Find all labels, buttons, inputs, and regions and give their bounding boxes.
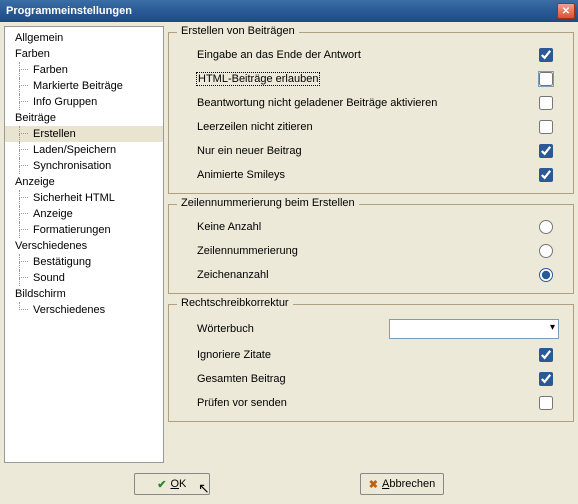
option-label: Leerzeilen nicht zitieren (197, 121, 313, 133)
dictionary-row: Wörterbuch (177, 315, 565, 343)
option-row: Ignoriere Zitate (177, 343, 565, 367)
ok-label: OK (170, 478, 186, 490)
tree-item[interactable]: Farben (5, 62, 163, 78)
option-radio[interactable] (539, 244, 553, 258)
option-checkbox[interactable] (539, 144, 553, 158)
tree-item[interactable]: Sicherheit HTML (5, 190, 163, 206)
group-create-posts: Erstellen von Beiträgen Eingabe an das E… (168, 32, 574, 194)
option-label: Animierte Smileys (197, 169, 285, 181)
tree-item[interactable]: Anzeige (5, 206, 163, 222)
option-label: Zeichenanzahl (197, 269, 269, 281)
option-checkbox[interactable] (539, 372, 553, 386)
option-row: Prüfen vor senden (177, 391, 565, 415)
tree-item[interactable]: Markierte Beiträge (5, 78, 163, 94)
cancel-icon: ✖ (369, 478, 378, 491)
option-checkbox[interactable] (539, 168, 553, 182)
option-label: Eingabe an das Ende der Antwort (197, 49, 361, 61)
option-label: Beantwortung nicht geladener Beiträge ak… (197, 97, 437, 109)
option-row: Gesamten Beitrag (177, 367, 565, 391)
tree-item[interactable]: Info Gruppen (5, 94, 163, 110)
tree-item[interactable]: Allgemein (5, 30, 163, 46)
option-row: Zeichenanzahl (177, 263, 565, 287)
tree-item[interactable]: Anzeige (5, 174, 163, 190)
tree-item[interactable]: Formatierungen (5, 222, 163, 238)
group-line-numbering: Zeilennummerierung beim Erstellen Keine … (168, 204, 574, 294)
option-label: Ignoriere Zitate (197, 349, 271, 361)
ok-button[interactable]: ✔ OK (134, 473, 210, 495)
option-row: Eingabe an das Ende der Antwort (177, 43, 565, 67)
option-row: Beantwortung nicht geladener Beiträge ak… (177, 91, 565, 115)
tree-item[interactable]: Bestätigung (5, 254, 163, 270)
button-bar: ✔ OK ✖ Abbrechen (0, 467, 578, 501)
dictionary-label: Wörterbuch (197, 323, 254, 335)
tree-item[interactable]: Verschiedenes (5, 302, 163, 318)
option-row: Leerzeilen nicht zitieren (177, 115, 565, 139)
option-label: Gesamten Beitrag (197, 373, 286, 385)
tree-item[interactable]: Laden/Speichern (5, 142, 163, 158)
option-row: Nur ein neuer Beitrag (177, 139, 565, 163)
option-checkbox[interactable] (539, 348, 553, 362)
window-title: Programmeinstellungen (6, 5, 132, 17)
dictionary-combo[interactable] (389, 319, 559, 339)
close-button[interactable]: ✕ (557, 3, 575, 19)
option-checkbox[interactable] (539, 48, 553, 62)
option-checkbox[interactable] (539, 120, 553, 134)
option-label: Keine Anzahl (197, 221, 261, 233)
tree-item[interactable]: Synchronisation (5, 158, 163, 174)
option-row: Zeilennummerierung (177, 239, 565, 263)
close-icon: ✕ (562, 6, 570, 17)
cancel-label: Abbrechen (382, 478, 435, 490)
tree-item[interactable]: Farben (5, 46, 163, 62)
tree-item[interactable]: Beiträge (5, 110, 163, 126)
tree-item[interactable]: Verschiedenes (5, 238, 163, 254)
tree-item[interactable]: Bildschirm (5, 286, 163, 302)
check-icon: ✔ (157, 478, 166, 491)
option-row: Animierte Smileys (177, 163, 565, 187)
option-label: HTML-Beiträge erlauben (197, 73, 319, 85)
cancel-button[interactable]: ✖ Abbrechen (360, 473, 444, 495)
option-radio[interactable] (539, 220, 553, 234)
group-spellcheck: Rechtschreibkorrektur Wörterbuch Ignorie… (168, 304, 574, 422)
content-area: AllgemeinFarbenFarbenMarkierte BeiträgeI… (0, 22, 578, 467)
settings-tree[interactable]: AllgemeinFarbenFarbenMarkierte BeiträgeI… (4, 26, 164, 463)
tree-item[interactable]: Sound (5, 270, 163, 286)
option-label: Prüfen vor senden (197, 397, 287, 409)
option-row: HTML-Beiträge erlauben (177, 67, 565, 91)
option-radio[interactable] (539, 268, 553, 282)
group-title: Rechtschreibkorrektur (177, 297, 293, 309)
option-label: Nur ein neuer Beitrag (197, 145, 302, 157)
settings-panel: Erstellen von Beiträgen Eingabe an das E… (168, 26, 574, 463)
option-row: Keine Anzahl (177, 215, 565, 239)
group-title: Zeilennummerierung beim Erstellen (177, 197, 359, 209)
option-label: Zeilennummerierung (197, 245, 298, 257)
option-checkbox[interactable] (539, 396, 553, 410)
option-checkbox[interactable] (539, 72, 553, 86)
tree-item[interactable]: Erstellen (5, 126, 163, 142)
title-bar: Programmeinstellungen ✕ (0, 0, 578, 22)
group-title: Erstellen von Beiträgen (177, 26, 299, 37)
option-checkbox[interactable] (539, 96, 553, 110)
